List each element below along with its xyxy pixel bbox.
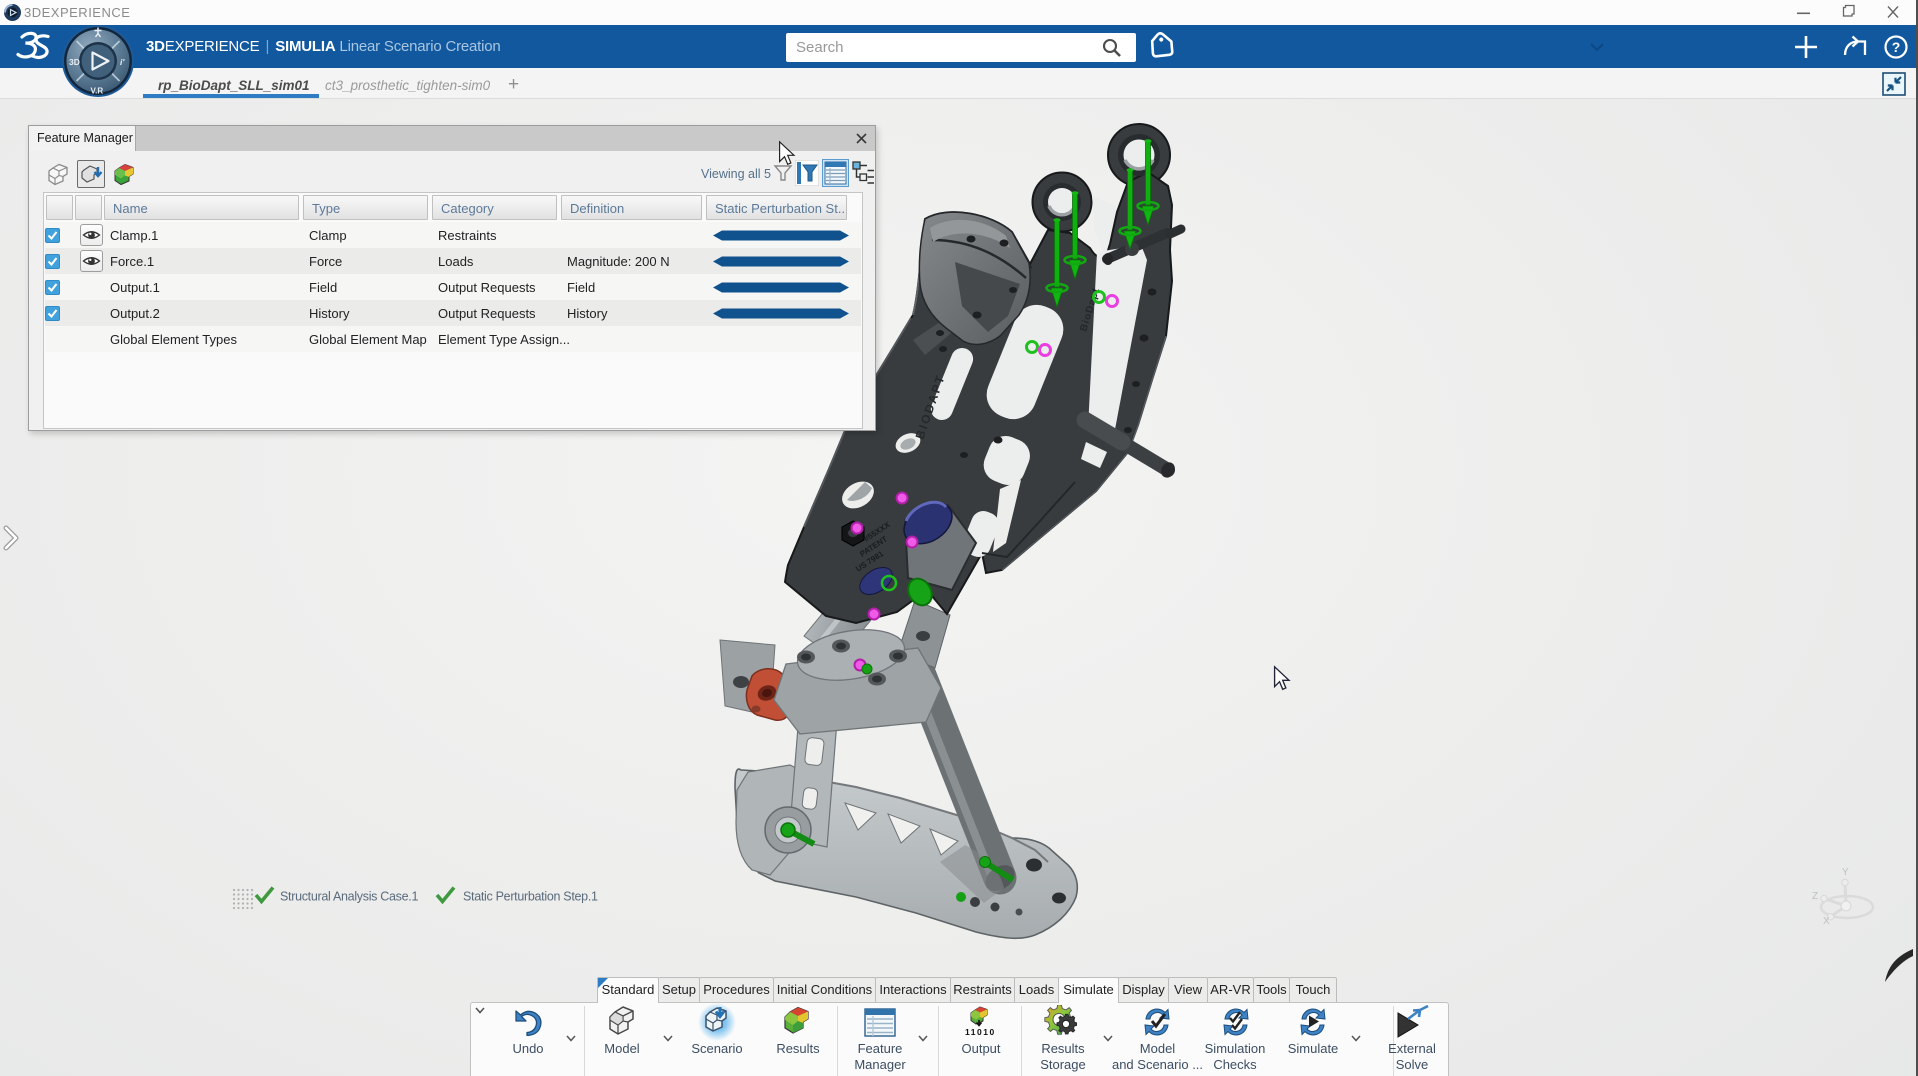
svg-text:Y: Y bbox=[1842, 867, 1849, 878]
svg-text:V.R: V.R bbox=[91, 87, 104, 96]
svg-text:11010: 11010 bbox=[965, 1027, 996, 1037]
svg-text:Structural Analysis Case.1: Structural Analysis Case.1 bbox=[280, 890, 418, 904]
svg-text:?: ? bbox=[1892, 39, 1901, 55]
svg-text:3D: 3D bbox=[69, 57, 80, 67]
svg-text:X: X bbox=[1823, 916, 1830, 927]
svg-text:Z: Z bbox=[1812, 891, 1818, 902]
svg-text:Static Perturbation Step.1: Static Perturbation Step.1 bbox=[463, 890, 598, 904]
